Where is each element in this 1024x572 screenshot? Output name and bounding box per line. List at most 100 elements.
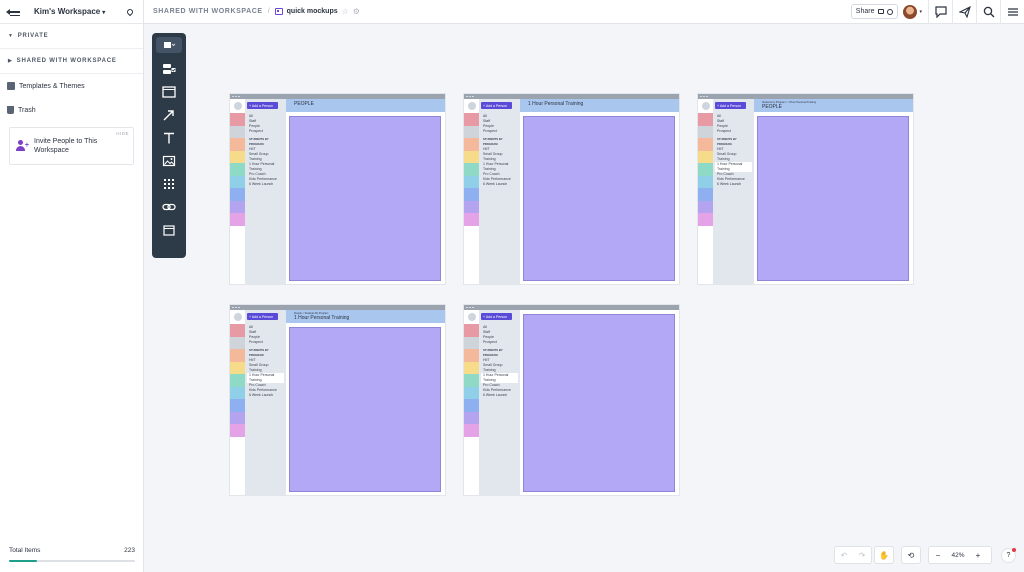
column-icon: [163, 224, 175, 236]
menu-button[interactable]: [1000, 0, 1024, 24]
mockup-header: PEOPLE: [286, 99, 445, 112]
nav-item[interactable]: Prospect: [481, 129, 518, 134]
mockup-frame[interactable]: + Add a Person All Staff People Prospect STUD…: [698, 94, 913, 284]
invite-people-card[interactable]: HIDE + Invite People to This Workspace: [9, 127, 134, 165]
mockup-content-area[interactable]: [757, 116, 909, 281]
undo-button[interactable]: ↶: [835, 547, 853, 563]
mockup-frame[interactable]: + Add a Person All Staff People Prospect STUD…: [464, 94, 679, 284]
star-icon[interactable]: ☆: [342, 7, 349, 16]
mockup-header: People > Students By Program 1 Hour Perso…: [286, 310, 445, 323]
send-button[interactable]: [952, 0, 976, 24]
hide-invite-link[interactable]: HIDE: [116, 131, 129, 136]
mockup-title: 1 Hour Personal Training: [294, 315, 350, 321]
text-icon: [164, 132, 174, 143]
nav-heading: STUDENTS BY PROGRAM: [717, 137, 737, 146]
link-icon: [162, 203, 176, 210]
color-swatch: [464, 213, 479, 226]
mockup-content-area[interactable]: [523, 314, 675, 492]
comments-button[interactable]: [928, 0, 952, 24]
mockup-subheader: Students by Program > 1 Hour Personal Tr…: [762, 101, 816, 104]
section-private[interactable]: ▼ PRIVATE: [0, 24, 143, 49]
invite-label: Invite People to This Workspace: [34, 138, 98, 154]
color-swatch: [464, 113, 479, 126]
color-swatch: [464, 188, 479, 201]
caret-right-icon: ▶: [8, 58, 13, 64]
templates-icon: [7, 82, 15, 90]
color-swatch: [698, 138, 713, 151]
color-swatch: [230, 150, 245, 163]
mockup-content-area[interactable]: [289, 116, 441, 281]
color-swatch: [698, 163, 713, 176]
mockup-content-area[interactable]: [289, 327, 441, 492]
program-item[interactable]: 6 Week Launch: [247, 182, 284, 187]
workspace-switcher[interactable]: Kim's Workspace ▾: [34, 7, 105, 16]
share-button[interactable]: Share: [850, 4, 899, 19]
breadcrumb-parent[interactable]: SHARED WITH WORKSPACE: [153, 8, 263, 15]
sidebar-item-label: Trash: [18, 106, 36, 114]
color-swatch: [698, 213, 713, 226]
program-item[interactable]: 6 Week Launch: [247, 393, 284, 398]
arrow-icon: [163, 109, 174, 120]
redo-icon: ↷: [858, 550, 866, 560]
mockup-frame[interactable]: + Add a Person All Staff People Prospect STUD…: [230, 305, 445, 495]
mockup-content-area[interactable]: [523, 116, 675, 281]
nav-item[interactable]: Prospect: [715, 129, 752, 134]
color-swatch: [698, 113, 713, 126]
notification-dot: [1012, 548, 1016, 552]
avatar[interactable]: [903, 4, 918, 19]
add-person-button[interactable]: + Add a Person: [247, 102, 278, 109]
color-swatch: [230, 424, 245, 437]
section-shared[interactable]: ▶ SHARED WITH WORKSPACE: [0, 49, 143, 74]
collapse-sidebar-icon[interactable]: [6, 7, 20, 17]
pin-icon[interactable]: [125, 7, 135, 16]
task-tool[interactable]: [152, 57, 186, 80]
board-icon: [274, 8, 283, 15]
image-tool[interactable]: [152, 149, 186, 172]
add-person-button[interactable]: + Add a Person: [247, 313, 278, 320]
add-person-button[interactable]: + Add a Person: [715, 102, 746, 109]
zoom-controls: − 42% +: [928, 546, 992, 564]
section-private-label: PRIVATE: [17, 33, 49, 39]
board-type-dropdown[interactable]: [156, 37, 182, 53]
mockup-frame[interactable]: + Add a Person All Staff People Prospect STUD…: [464, 305, 679, 495]
color-swatch: [698, 200, 713, 213]
undo-icon: ↶: [840, 550, 848, 560]
mockup-title: 1 Hour Personal Training: [528, 101, 584, 107]
color-swatch: [230, 386, 245, 399]
total-items-label: Total Items: [9, 547, 41, 554]
link-tool[interactable]: [152, 195, 186, 218]
grid-tool[interactable]: [152, 172, 186, 195]
mockup-frame[interactable]: + Add a Person All Staff People Prospect STUD…: [230, 94, 445, 284]
column-tool[interactable]: [152, 218, 186, 241]
color-swatch: [464, 386, 479, 399]
mockup-title: PEOPLE: [294, 101, 315, 107]
nav-item[interactable]: Prospect: [247, 129, 284, 134]
zoom-out-button[interactable]: −: [929, 547, 947, 563]
program-item[interactable]: 6 Week Launch: [481, 182, 518, 187]
arrow-tool[interactable]: [152, 103, 186, 126]
help-button[interactable]: ?: [1001, 548, 1016, 563]
add-person-button[interactable]: + Add a Person: [481, 313, 512, 320]
program-item[interactable]: 6 Week Launch: [715, 182, 752, 187]
items-progress-bar: [9, 560, 135, 562]
board-canvas[interactable]: + Add a Person All Staff People Prospect STUD…: [144, 24, 1024, 572]
total-items-footer: Total Items 223: [9, 547, 135, 562]
mockup-nav: + Add a Person All Staff People Prospect STUD…: [479, 310, 520, 495]
add-person-button[interactable]: + Add a Person: [481, 102, 512, 109]
search-button[interactable]: [976, 0, 1000, 24]
redo-button[interactable]: ↷: [853, 547, 871, 563]
nav-item[interactable]: Prospect: [247, 340, 284, 345]
board-title[interactable]: quick mockups: [287, 8, 338, 15]
gear-icon[interactable]: ⚙: [353, 7, 360, 16]
nav-item[interactable]: Prospect: [481, 340, 518, 345]
pan-button[interactable]: ✋: [875, 547, 893, 563]
nav-heading: STUDENTS BY PROGRAM: [249, 348, 269, 357]
sidebar-item-templates[interactable]: Templates & Themes: [0, 74, 143, 98]
device-frame-tool[interactable]: [152, 80, 186, 103]
zoom-level[interactable]: 42%: [947, 552, 969, 559]
text-tool[interactable]: [152, 126, 186, 149]
zoom-in-button[interactable]: +: [969, 547, 987, 563]
history-button[interactable]: ⟲: [902, 547, 920, 563]
sidebar-item-trash[interactable]: Trash: [0, 98, 143, 122]
program-item[interactable]: 6 Week Launch: [481, 393, 518, 398]
